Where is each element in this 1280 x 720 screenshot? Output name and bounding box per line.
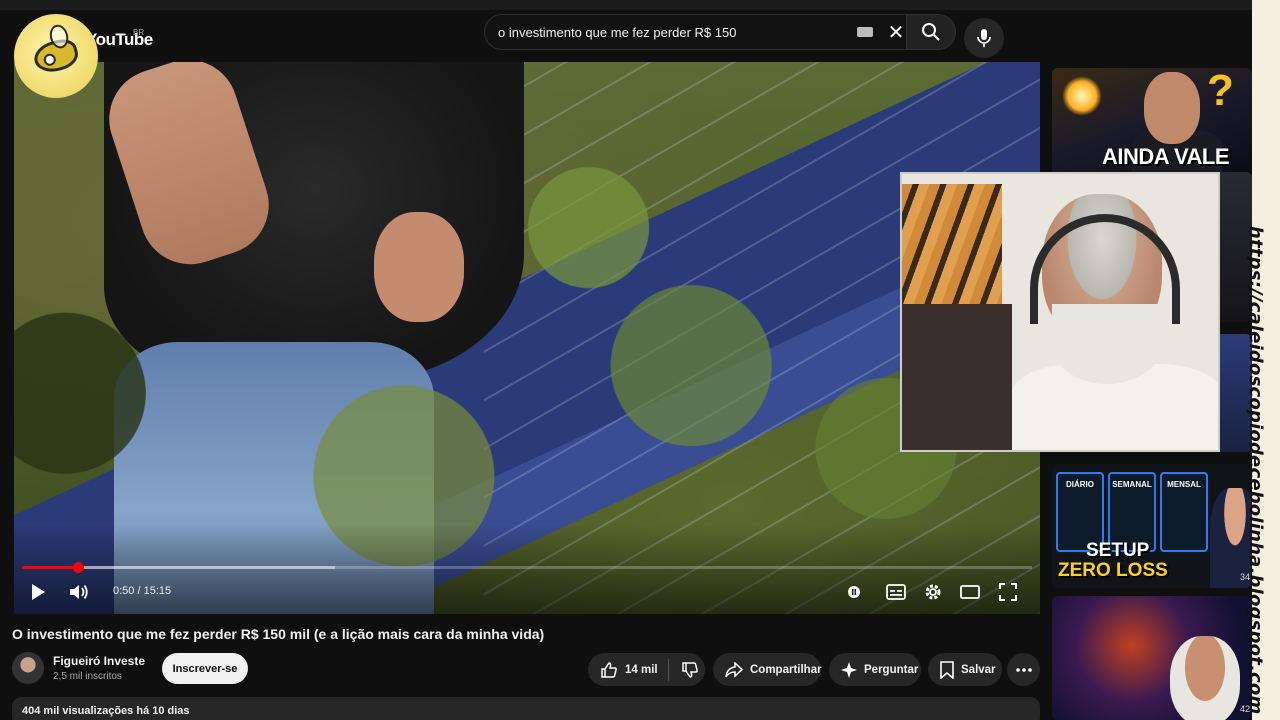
fullscreen-button[interactable]	[996, 580, 1020, 604]
thumbnail-caption: AINDA VALE	[1102, 144, 1230, 169]
views-and-date: 404 mil visualizações há 10 dias	[22, 705, 190, 717]
progress-bar[interactable]	[22, 562, 1032, 573]
play-icon	[32, 584, 45, 600]
share-button[interactable]: Compartilhar	[713, 653, 822, 686]
tab-label: DIÁRIO	[1066, 480, 1094, 489]
recommended-video-thumbnail[interactable]: DIÁRIO SEMANAL MENSAL SETUP ZERO LOSS 34	[1052, 464, 1252, 588]
share-icon	[725, 661, 743, 678]
presenter-face	[1144, 72, 1200, 144]
dislike-icon[interactable]	[681, 661, 699, 679]
search-query[interactable]: o investimento que me fez perder R$ 150	[498, 25, 857, 40]
chart-panel: MENSAL	[1160, 472, 1208, 552]
subtitles-button[interactable]	[884, 580, 908, 604]
subscribe-button[interactable]: Inscrever-se	[162, 653, 248, 684]
settings-button[interactable]	[921, 580, 945, 604]
volume-icon	[70, 584, 88, 600]
like-separator	[667, 658, 669, 681]
progress-played	[22, 566, 78, 569]
voice-search-button[interactable]	[964, 18, 1004, 58]
more-actions-button[interactable]	[1007, 653, 1040, 686]
gear-icon	[925, 584, 941, 600]
play-button[interactable]	[26, 580, 50, 604]
fullscreen-icon	[999, 583, 1017, 601]
save-label: Salvar	[961, 663, 996, 676]
bookmark-icon	[940, 660, 954, 679]
tab-label: MENSAL	[1167, 480, 1201, 489]
keyboard-icon[interactable]	[857, 27, 873, 37]
blog-url-watermark: https://caleidoscopiodecebolinha.blogspo…	[1245, 226, 1266, 715]
sparkle-icon	[841, 661, 857, 678]
channel-avatar[interactable]	[12, 652, 44, 684]
sun-image	[1062, 76, 1102, 116]
like-count[interactable]: 14 mil	[625, 664, 658, 676]
search-input[interactable]: o investimento que me fez perder R$ 150 …	[484, 14, 914, 50]
bee-icon	[30, 35, 82, 77]
channel-name[interactable]: Figueiró Investe	[53, 654, 145, 668]
search-icon	[922, 23, 940, 41]
autoplay-pause-icon	[848, 586, 860, 598]
like-icon[interactable]	[600, 661, 618, 679]
region-code: BR	[133, 28, 145, 37]
tab-label: SEMANAL	[1112, 480, 1152, 489]
subscriber-count: 2,5 mil inscritos	[53, 671, 122, 682]
recommended-video-thumbnail[interactable]: 42	[1052, 596, 1252, 720]
share-label: Compartilhar	[750, 663, 822, 676]
thumbnail-caption-line1: SETUP	[1086, 540, 1150, 561]
more-icon	[1015, 667, 1032, 672]
progress-scrubber[interactable]	[72, 562, 84, 573]
theater-icon	[960, 585, 980, 599]
thumbnail-caption-line2: ZERO LOSS	[1058, 560, 1168, 581]
recommended-video-thumbnail[interactable]: ? AINDA VALE 12	[1052, 68, 1252, 176]
video-title: O investimento que me fez perder R$ 150 …	[12, 626, 545, 642]
time-display: 0:50 / 15:15	[113, 585, 172, 597]
subtitles-icon	[886, 584, 906, 600]
save-button[interactable]: Salvar	[928, 653, 1002, 686]
ask-label: Perguntar	[864, 663, 919, 676]
question-mark-icon: ?	[1207, 68, 1234, 115]
channel-watermark-logo	[14, 14, 98, 98]
ask-button[interactable]: Perguntar	[829, 653, 921, 686]
autoplay-toggle[interactable]	[840, 580, 864, 604]
video-player[interactable]	[14, 62, 1040, 614]
microphone-icon	[977, 29, 991, 47]
clear-search-icon[interactable]: ✕	[885, 21, 907, 44]
search-button[interactable]	[906, 14, 956, 50]
tiger-curtain	[902, 184, 1002, 324]
webcam-overlay	[900, 172, 1220, 452]
like-dislike-group: 14 mil	[588, 653, 705, 686]
volume-button[interactable]	[66, 580, 92, 604]
chair	[902, 304, 1012, 450]
theater-mode-button[interactable]	[958, 580, 982, 604]
old-man-image	[1170, 636, 1240, 720]
